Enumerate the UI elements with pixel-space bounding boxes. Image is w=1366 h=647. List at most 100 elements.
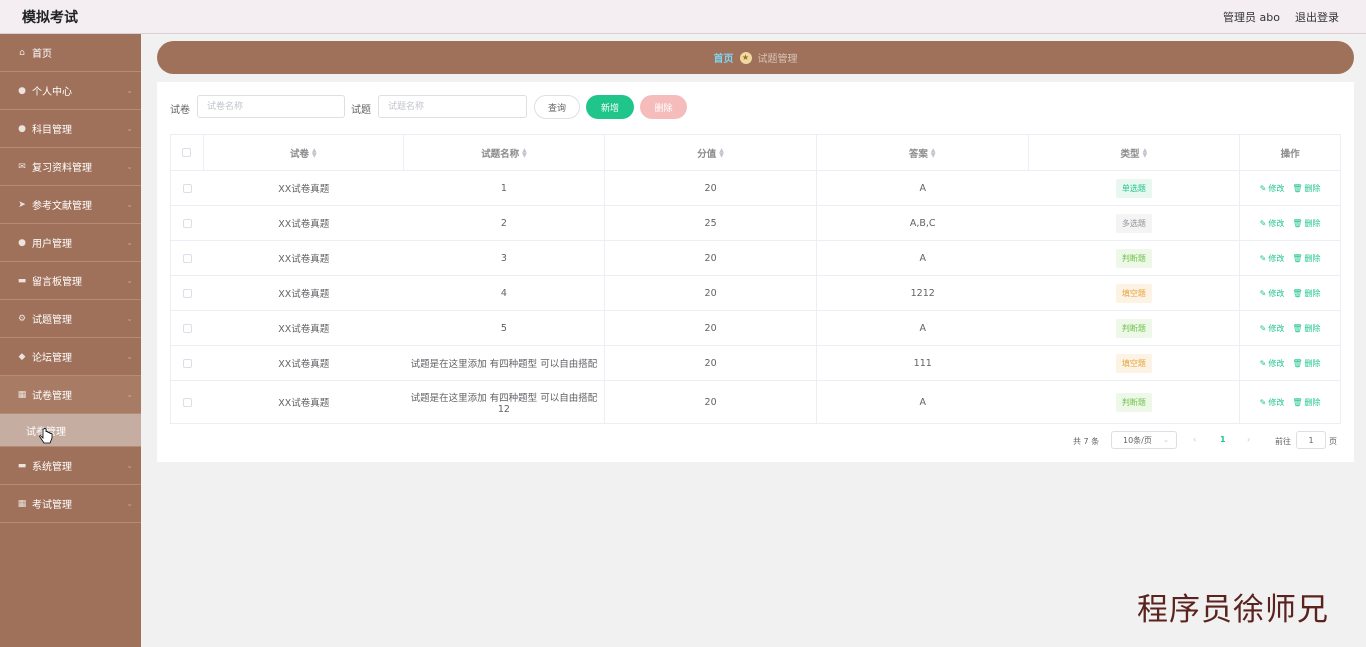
logout-link[interactable]: 退出登录 [1295,9,1339,25]
delete-link[interactable]: 🗑 删除 [1292,358,1320,369]
search-form: 试卷 试题 查询 新增 删除 [170,95,770,119]
sidebar-item[interactable]: ⌂ 首页 [0,34,141,72]
cell-score: 20 [605,276,817,310]
next-page-button[interactable]: › [1247,435,1250,444]
row-checkbox[interactable] [182,253,192,263]
edit-icon: ✎ [1259,397,1267,407]
row-checkbox[interactable] [182,183,192,193]
trash-icon: 🗑 [1292,323,1303,333]
cell-name: 3 [404,241,606,275]
page-number[interactable]: 1 [1220,435,1226,444]
sidebar-item-label: 首页 [32,49,52,60]
delete-link[interactable]: 🗑 删除 [1292,323,1320,334]
header-score[interactable]: 分值 ▲ ▼ [605,135,817,170]
page-unit-label: 页 [1329,437,1337,446]
sidebar-item[interactable]: ● 用户管理 ⌄ [0,224,141,262]
type-tag: 填空题 [1115,283,1152,303]
suitcase-icon: ▬ [17,460,27,471]
paper-label: 试卷 [170,105,190,116]
trash-icon: 🗑 [1292,288,1303,298]
row-checkbox[interactable] [182,218,192,228]
cell-paper: XX试卷真题 [278,324,330,335]
header-answer[interactable]: 答案 ▲ ▼ [817,135,1029,170]
edit-label: 修改 [1268,358,1285,368]
delete-label: 删除 [1304,218,1321,228]
paper-search-input[interactable] [197,95,345,118]
add-button[interactable]: 新增 [586,95,634,119]
cell-paper: XX试卷真题 [278,254,330,265]
delete-link[interactable]: 🗑 删除 [1292,397,1320,408]
breadcrumb-home[interactable]: 首页 [714,50,734,65]
question-search-input[interactable] [378,95,527,118]
row-checkbox[interactable] [182,323,192,333]
sidebar-item[interactable]: ▦ 试卷管理 ⌄ [0,376,141,414]
edit-link[interactable]: ✎ 修改 [1260,358,1285,369]
delete-button[interactable]: 删除 [640,95,687,119]
edit-icon: ✎ [1259,218,1267,228]
header-type[interactable]: 类型 ▲ ▼ [1029,135,1241,170]
sidebar-item[interactable]: ▬ 系统管理 ⌄ [0,447,141,485]
row-checkbox[interactable] [182,358,192,368]
sort-icon: ▲ ▼ [1142,146,1148,159]
delete-link[interactable]: 🗑 删除 [1292,253,1320,264]
edit-link[interactable]: ✎ 修改 [1260,253,1285,264]
header-name[interactable]: 试题名称 ▲ ▼ [404,135,606,170]
trash-icon: 🗑 [1292,183,1303,193]
edit-link[interactable]: ✎ 修改 [1260,397,1285,408]
trash-icon: 🗑 [1292,358,1303,368]
chevron-down-icon: ⌄ [126,314,133,323]
cell-answer: A [919,322,926,334]
sidebar-item-label: 留言板管理 [32,277,82,288]
edit-link[interactable]: ✎ 修改 [1260,183,1285,194]
goods-icon: ◆ [18,351,26,362]
chevron-down-icon: ⌄ [126,124,133,133]
chevron-down-icon: ⌄ [126,238,133,247]
delete-label: 删除 [1304,323,1321,333]
sidebar-item[interactable]: ● 个人中心 ⌄ [0,72,141,110]
sidebar-item[interactable]: ▦ 考试管理 ⌄ [0,485,141,523]
admin-user-label: 管理员 abo [1223,11,1280,24]
header-paper[interactable]: 试卷 ▲ ▼ [204,135,404,170]
sidebar-item-label: 试卷管理 [32,391,72,402]
sidebar-item[interactable]: ➤ 参考文献管理 ⌄ [0,186,141,224]
sidebar-subitem[interactable]: 试卷管理 [0,414,141,447]
table-header: 试卷 ▲ ▼ 试题名称 ▲ ▼ 分值 ▲ ▼ 答案 ▲ ▼ 类型 ▲ ▼ 操作 [171,135,1340,171]
query-button[interactable]: 查询 [534,95,580,119]
breadcrumb: 首页 ★ 试题管理 [157,41,1354,74]
sidebar-item[interactable]: ◆ 论坛管理 ⌄ [0,338,141,376]
star-icon: ★ [739,51,752,64]
page-size-select[interactable]: 10条/页 ⌄ [1111,431,1177,449]
cell-name: 1 [404,171,606,205]
delete-label: 删除 [1304,397,1321,407]
prev-page-button[interactable]: ‹ [1193,435,1196,444]
delete-link[interactable]: 🗑 删除 [1292,288,1320,299]
row-select-cell [171,276,204,310]
table-row: XX试卷真题 试题是在这里添加 有四种题型 可以自由搭配12 20 A 判断题 ✎ 修改 🗑 删… [171,381,1340,424]
pagination: 共 7 条 10条/页 ⌄ ‹ 1 › 前往 页 [157,431,1354,451]
cell-type: 单选题 [1029,171,1241,205]
edit-link[interactable]: ✎ 修改 [1260,288,1285,299]
type-tag: 判断题 [1115,392,1152,412]
sidebar-item[interactable]: ▬ 留言板管理 ⌄ [0,262,141,300]
row-checkbox[interactable] [182,397,192,407]
sort-icon: ▲ ▼ [930,146,936,159]
sidebar-item[interactable]: ✉ 复习资料管理 ⌄ [0,148,141,186]
table-row: XX试卷真题 试题是在这里添加 有四种题型 可以自由搭配 20 111 填空题 ✎ 修改 🗑 删… [171,346,1340,381]
goto-page-input[interactable] [1296,431,1326,449]
sidebar-item[interactable]: ● 科目管理 ⌄ [0,110,141,148]
select-all-checkbox[interactable] [182,148,192,157]
edit-label: 修改 [1268,288,1285,298]
sidebar-item-label: 系统管理 [32,462,72,473]
edit-label: 修改 [1268,253,1285,263]
row-checkbox[interactable] [182,288,192,298]
edit-icon: ✎ [1259,253,1267,263]
table-row: XX试卷真题 1 20 A 单选题 ✎ 修改 🗑 删除 [171,171,1340,206]
delete-label: 删除 [1304,183,1321,193]
sidebar-item[interactable]: ⚙ 试题管理 ⌄ [0,300,141,338]
delete-link[interactable]: 🗑 删除 [1292,183,1320,194]
edit-link[interactable]: ✎ 修改 [1260,218,1285,229]
home-icon: ⌂ [19,47,25,58]
edit-link[interactable]: ✎ 修改 [1260,323,1285,334]
chevron-down-icon: ⌄ [1163,436,1169,444]
delete-link[interactable]: 🗑 删除 [1292,218,1320,229]
